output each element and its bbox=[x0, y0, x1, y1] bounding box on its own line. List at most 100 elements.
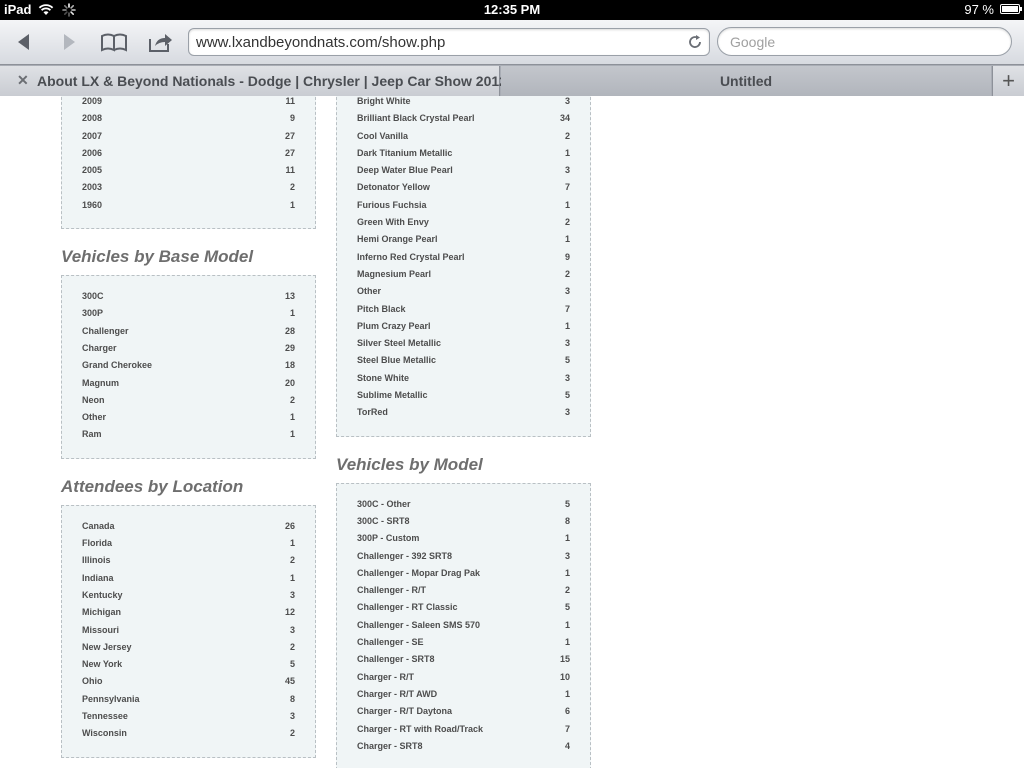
reload-icon[interactable] bbox=[687, 34, 703, 50]
row-label: 1960 bbox=[82, 199, 103, 210]
row-label: Detonator Yellow bbox=[357, 182, 430, 193]
share-button[interactable] bbox=[144, 26, 176, 58]
row-count: 1 bbox=[289, 538, 295, 549]
list-row: Deep Water Blue Pearl 3 bbox=[357, 162, 570, 179]
row-count: 2 bbox=[564, 585, 570, 596]
list-row: 300C - Other 5 bbox=[357, 496, 570, 513]
list-row: Silver Steel Metallic 3 bbox=[357, 335, 570, 352]
row-label: 2008 bbox=[82, 113, 103, 124]
address-bar[interactable]: www.lxandbeyondnats.com/show.php bbox=[188, 28, 710, 56]
list-row: Ohio 45 bbox=[82, 673, 295, 690]
row-label: 2005 bbox=[82, 165, 103, 176]
row-label: Canada bbox=[82, 520, 115, 531]
row-label: 2009 bbox=[82, 96, 103, 106]
row-label: Furious Fuchsia bbox=[357, 199, 427, 210]
back-icon bbox=[18, 34, 29, 50]
list-row: Furious Fuchsia 1 bbox=[357, 197, 570, 214]
row-count: 7 bbox=[564, 303, 570, 314]
close-icon[interactable]: ✕ bbox=[17, 72, 29, 89]
list-row: 300C - SRT8 8 bbox=[357, 513, 570, 530]
row-label: Florida bbox=[82, 538, 113, 549]
colors-box: Bright White 3 Brilliant Black Crystal Pea… bbox=[336, 96, 591, 437]
row-count: 8 bbox=[564, 515, 570, 526]
list-row: Charger - R/T Daytona 6 bbox=[357, 703, 570, 720]
row-label: Magnum bbox=[82, 377, 119, 388]
list-row: Tennessee 3 bbox=[82, 708, 295, 725]
list-row: Michigan 12 bbox=[82, 604, 295, 621]
row-count: 5 bbox=[564, 355, 570, 366]
row-count: 1 bbox=[564, 234, 570, 245]
add-tab-button[interactable]: + bbox=[992, 66, 1024, 96]
list-row: Other 1 bbox=[82, 409, 295, 426]
row-count: 1 bbox=[564, 199, 570, 210]
list-row: New Jersey 2 bbox=[82, 639, 295, 656]
row-label: Challenger - Mopar Drag Pak bbox=[357, 567, 481, 578]
list-row: 2003 2 bbox=[82, 179, 295, 196]
row-count: 1 bbox=[289, 412, 295, 423]
bookmarks-button[interactable] bbox=[98, 26, 130, 58]
list-row: Missouri 3 bbox=[82, 622, 295, 639]
row-label: Challenger - 392 SRT8 bbox=[357, 550, 453, 561]
row-label: Other bbox=[357, 286, 382, 297]
row-count: 1 bbox=[289, 572, 295, 583]
row-count: 3 bbox=[289, 624, 295, 635]
list-row: 300P - Custom 1 bbox=[357, 530, 570, 547]
row-count: 1 bbox=[564, 567, 570, 578]
base-model-box: 300C 13 300P 1 Challenger 28 Charger 29 Grand Ch… bbox=[61, 275, 316, 459]
row-count: 11 bbox=[285, 165, 295, 176]
row-label: Indiana bbox=[82, 572, 114, 583]
row-label: Challenger bbox=[82, 325, 129, 336]
row-label: Cool Vanilla bbox=[357, 130, 409, 141]
list-row: Challenger - SRT8 15 bbox=[357, 651, 570, 668]
list-row: Challenger - 392 SRT8 3 bbox=[357, 548, 570, 565]
row-count: 5 bbox=[564, 498, 570, 509]
row-count: 26 bbox=[284, 520, 295, 531]
model-box: 300C - Other 5 300C - SRT8 8 300P - Custom 1 C… bbox=[336, 482, 591, 768]
row-count: 20 bbox=[284, 377, 295, 388]
list-row: Illinois 2 bbox=[82, 552, 295, 569]
forward-button[interactable] bbox=[53, 26, 85, 58]
location-box: Canada 26 Florida 1 Illinois 2 Indiana 1 Kentuck… bbox=[61, 504, 316, 758]
row-count: 1 bbox=[564, 688, 570, 699]
base-model-list: 300C 13 300P 1 Challenger 28 Charger 29 Grand Ch… bbox=[82, 288, 295, 444]
row-label: Brilliant Black Crystal Pearl bbox=[357, 113, 475, 124]
list-row: Challenger - Mopar Drag Pak 1 bbox=[357, 565, 570, 582]
list-row: Indiana 1 bbox=[82, 570, 295, 587]
browser-toolbar: www.lxandbeyondnats.com/show.php Google bbox=[0, 20, 1024, 64]
list-row: New York 5 bbox=[82, 656, 295, 673]
list-row: Cool Vanilla 2 bbox=[357, 128, 570, 145]
url-text: www.lxandbeyondnats.com/show.php bbox=[196, 34, 446, 51]
row-count: 3 bbox=[564, 338, 570, 349]
list-row: 2006 27 bbox=[82, 145, 295, 162]
list-row: Challenger - R/T 2 bbox=[357, 582, 570, 599]
row-count: 10 bbox=[559, 671, 570, 682]
row-label: Steel Blue Metallic bbox=[357, 355, 437, 366]
row-label: 2007 bbox=[82, 130, 103, 141]
row-count: 7 bbox=[564, 182, 570, 193]
row-count: 5 bbox=[289, 659, 295, 670]
search-field[interactable]: Google bbox=[717, 27, 1012, 56]
row-label: Pitch Black bbox=[357, 303, 406, 314]
tab-untitled[interactable]: Untitled bbox=[501, 66, 991, 96]
row-count: 29 bbox=[284, 342, 295, 353]
row-label: 2003 bbox=[82, 182, 103, 193]
web-page[interactable]: 2009 11 2008 9 2007 27 2006 27 2005 11 2003 2 1960 1 … bbox=[0, 96, 1024, 768]
list-row: Challenger 28 bbox=[82, 323, 295, 340]
colors-list: Bright White 3 Brilliant Black Crystal Pea… bbox=[357, 96, 570, 422]
row-count: 9 bbox=[289, 113, 295, 124]
row-label: Bright White bbox=[357, 96, 411, 106]
back-button[interactable] bbox=[8, 26, 40, 58]
list-row: Challenger - RT Classic 5 bbox=[357, 599, 570, 616]
row-label: Kentucky bbox=[82, 589, 123, 600]
base-model-heading: Vehicles by Base Model bbox=[61, 247, 254, 267]
row-count: 6 bbox=[564, 706, 570, 717]
row-count: 3 bbox=[564, 372, 570, 383]
list-row: Kentucky 3 bbox=[82, 587, 295, 604]
list-row: Magnum 20 bbox=[82, 375, 295, 392]
row-count: 3 bbox=[564, 550, 570, 561]
row-label: 2006 bbox=[82, 147, 103, 158]
list-row: Charger - R/T 10 bbox=[357, 669, 570, 686]
row-count: 1 bbox=[564, 637, 570, 648]
row-count: 3 bbox=[564, 286, 570, 297]
tab-about-lx[interactable]: ✕ About LX & Beyond Nationals - Dodge | … bbox=[0, 66, 507, 96]
